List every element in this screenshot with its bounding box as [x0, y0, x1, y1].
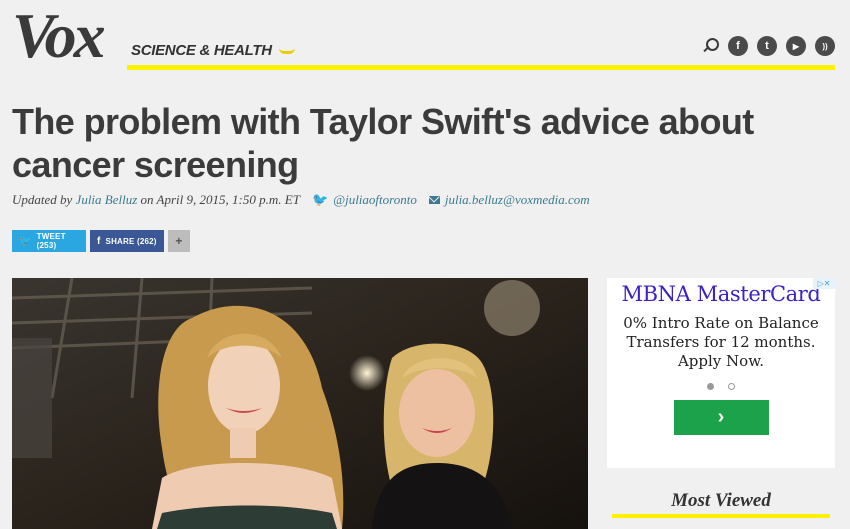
ad-carousel-dots	[607, 383, 835, 390]
twitter-bird-icon: 🐦	[311, 192, 329, 207]
vox-logo[interactable]: Vox	[12, 4, 106, 68]
facebook-icon[interactable]: f	[728, 36, 748, 56]
byline: Updated by Julia Belluz on April 9, 2015…	[12, 192, 590, 208]
facebook-share-button[interactable]: f SHARE (262)	[90, 230, 164, 252]
share-label: SHARE (262)	[105, 236, 157, 246]
more-share-button[interactable]: +	[168, 230, 190, 252]
author-email-link[interactable]: julia.belluz@voxmedia.com	[445, 192, 590, 208]
ad-dot-active[interactable]	[707, 383, 714, 390]
mail-icon	[428, 196, 440, 204]
ad-title[interactable]: MBNA MasterCard	[607, 282, 835, 306]
section-title[interactable]: SCIENCE & HEALTH	[131, 42, 272, 59]
hero-photo-illustration	[12, 278, 588, 529]
twitter-icon: 🐦	[19, 235, 32, 247]
twitter-icon[interactable]: t	[757, 36, 777, 56]
search-icon[interactable]	[701, 37, 719, 55]
most-viewed-heading: Most Viewed	[671, 490, 771, 511]
adchoices-icon[interactable]: ▷✕	[813, 278, 835, 289]
facebook-icon: f	[97, 235, 101, 247]
tweet-button[interactable]: 🐦 TWEET (253)	[12, 230, 86, 252]
byline-date: on April 9, 2015, 1:50 p.m. ET	[140, 192, 300, 207]
youtube-icon[interactable]: ▶	[786, 36, 806, 56]
ad-dot[interactable]	[728, 383, 735, 390]
header-icons: f t ▶ ))	[701, 36, 835, 56]
ad-next-button[interactable]: ›	[673, 400, 769, 435]
site-header: Vox SCIENCE & HEALTH f t ▶ ))	[12, 4, 835, 72]
author-twitter-link[interactable]: @juliaoftoronto	[333, 192, 417, 208]
share-buttons: 🐦 TWEET (253) f SHARE (262) +	[12, 230, 190, 252]
byline-prefix: Updated by	[12, 192, 73, 207]
header-yellow-rule	[127, 65, 835, 70]
author-link[interactable]: Julia Belluz	[76, 192, 138, 208]
section-smile-mark	[279, 48, 295, 54]
advertisement[interactable]: ▷✕ MBNA MasterCard 0% Intro Rate on Bala…	[607, 278, 835, 468]
most-viewed-rule	[612, 514, 830, 518]
rss-icon[interactable]: ))	[815, 36, 835, 56]
tweet-label: TWEET (253)	[36, 232, 66, 250]
ad-body[interactable]: 0% Intro Rate on Balance Transfers for 1…	[607, 314, 835, 371]
hero-photo	[12, 278, 588, 529]
article-headline: The problem with Taylor Swift's advice a…	[12, 101, 754, 185]
